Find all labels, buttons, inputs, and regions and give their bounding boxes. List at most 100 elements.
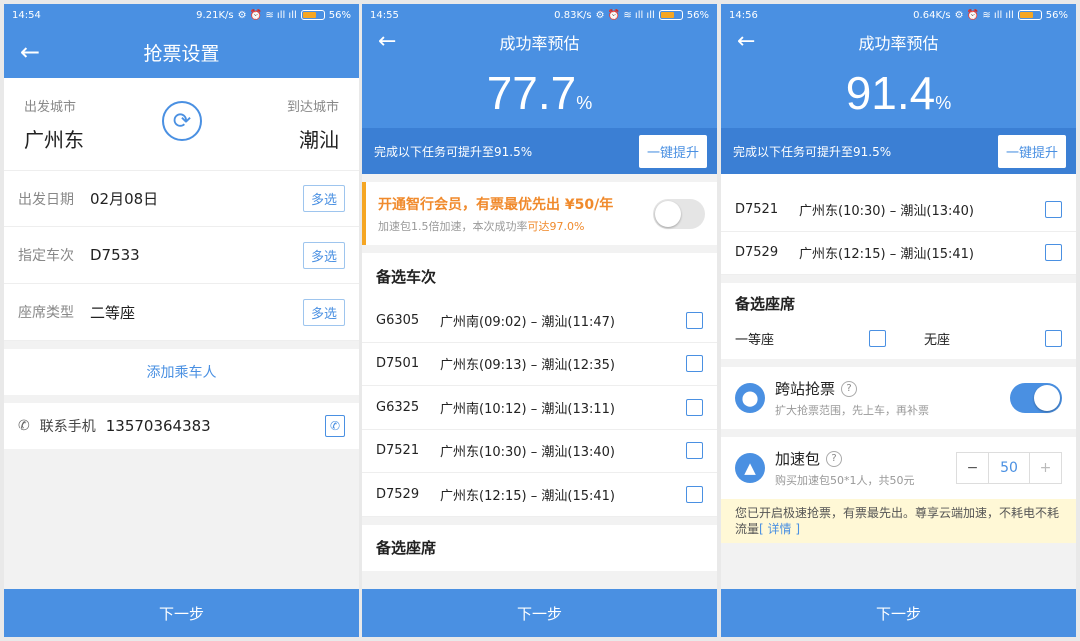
screen-success-estimate: 14:55 0.83K/s ⚙ ⏰ ≋ ıll ıll 56% ← 成功率预估 77.… — [362, 4, 717, 637]
swap-cities-icon[interactable]: ⟳ — [162, 101, 202, 141]
back-arrow-icon[interactable]: ← — [737, 31, 755, 53]
next-button[interactable]: 下一步 — [4, 589, 359, 637]
seat-label: 座席类型 — [18, 305, 74, 321]
from-label: 出发城市 — [24, 100, 77, 115]
train-checkbox[interactable] — [686, 355, 703, 373]
train-checkbox[interactable] — [686, 398, 703, 416]
train-code: D7521 — [735, 201, 779, 217]
phone-value[interactable]: 13570364383 — [106, 417, 211, 435]
signal-icon: ⚙ ⏰ ≋ ıll ıll — [237, 9, 297, 21]
alt-train-list: G6305 广州南(09:02) – 潮汕(11:47) D7501 广州东(09:1… — [362, 299, 717, 517]
phone-icon: ✆ — [18, 418, 30, 434]
success-rate: 91.4% — [721, 58, 1076, 128]
train-route: 广州东(10:30) – 潮汕(13:40) — [440, 445, 615, 461]
train-option-row[interactable]: D7521 广州东(10:30) – 潮汕(13:40) — [721, 188, 1076, 232]
seat-row[interactable]: 座席类型 二等座 多选 — [4, 284, 359, 341]
train-option-row[interactable]: D7529 广州东(12:15) – 潮汕(15:41) — [362, 473, 717, 517]
contacts-icon[interactable]: ✆ — [325, 415, 345, 437]
battery-level: 56% — [1045, 9, 1068, 21]
status-bar: 14:54 9.21K/s ⚙ ⏰ ≋ ıll ıll 56% — [4, 4, 359, 26]
boost-bar: 完成以下任务可提升至91.5% 一键提升 — [721, 128, 1076, 174]
phone-row[interactable]: ✆ 联系手机 13570364383 ✆ — [4, 403, 359, 449]
train-route: 广州东(12:15) – 潮汕(15:41) — [799, 247, 974, 263]
date-multi-button[interactable]: 多选 — [302, 185, 345, 212]
next-button[interactable]: 下一步 — [362, 589, 717, 637]
back-arrow-icon[interactable]: ← — [378, 31, 396, 53]
success-rate-unit: % — [576, 93, 593, 113]
status-time: 14:55 — [370, 9, 399, 21]
train-code: G6325 — [376, 399, 420, 415]
cross-station-row: ⬤ 跨站抢票? 扩大抢票范围，先上车，再补票 — [721, 367, 1076, 429]
train-option-row[interactable]: D7521 广州东(10:30) – 潮汕(13:40) — [362, 430, 717, 473]
battery-icon — [1017, 10, 1042, 20]
to-label: 到达城市 — [286, 100, 339, 115]
train-checkbox[interactable] — [1045, 244, 1062, 262]
status-bar: 14:55 0.83K/s ⚙ ⏰ ≋ ıll ıll 56% — [362, 4, 717, 26]
location-pin-icon: ⬤ — [735, 383, 765, 413]
decrement-button[interactable]: − — [957, 453, 989, 483]
date-value: 02月08日 — [90, 190, 159, 208]
one-click-boost-button[interactable]: 一键提升 — [997, 134, 1066, 168]
battery-level: 56% — [328, 9, 351, 21]
speed-notice: 您已开启极速抢票，有票最先出。尊享云端加速，不耗电不耗流量[ 详情 ] — [721, 499, 1076, 543]
add-passenger-button[interactable]: 添加乘车人 — [4, 349, 359, 395]
boost-bar: 完成以下任务可提升至91.5% 一键提升 — [362, 128, 717, 174]
train-checkbox[interactable] — [686, 442, 703, 460]
to-city[interactable]: 潮汕 — [299, 124, 339, 153]
success-rate-unit: % — [935, 93, 952, 113]
increment-button[interactable]: + — [1029, 453, 1061, 483]
alt-trains-title: 备选车次 — [376, 267, 437, 286]
seat-first-class-checkbox[interactable] — [869, 329, 886, 347]
from-city[interactable]: 广州东 — [24, 124, 84, 153]
train-checkbox[interactable] — [686, 311, 703, 329]
train-code: D7529 — [376, 486, 420, 502]
alt-seats-title: 备选座席 — [735, 294, 796, 313]
train-option-row[interactable]: G6305 广州南(09:02) – 潮汕(11:47) — [362, 299, 717, 343]
next-button[interactable]: 下一步 — [721, 589, 1076, 637]
train-multi-button[interactable]: 多选 — [302, 241, 345, 269]
seat-standing-checkbox[interactable] — [1045, 329, 1062, 347]
train-row[interactable]: 指定车次 D7533 多选 — [4, 227, 359, 284]
vip-subtitle: 加速包1.5倍加速，本次成功率 — [378, 219, 528, 233]
notice-details-link[interactable]: [ 详情 ] — [759, 522, 800, 536]
screen-success-estimate-boosted: 14:56 0.64K/s ⚙ ⏰ ≋ ıll ıll 56% ← 成功率预估 91.… — [721, 4, 1076, 637]
status-bar: 14:56 0.64K/s ⚙ ⏰ ≋ ıll ıll 56% — [721, 4, 1076, 26]
help-icon[interactable]: ? — [826, 450, 843, 467]
rocket-icon: ▲ — [735, 453, 765, 483]
train-value: D7533 — [90, 246, 140, 264]
train-code: D7521 — [376, 443, 420, 459]
train-label: 指定车次 — [18, 248, 74, 264]
quantity-stepper: − 50 + — [956, 452, 1062, 484]
seat-multi-button[interactable]: 多选 — [302, 298, 345, 326]
route-card: 出发城市 广州东 到达城市 潮汕 ⟳ — [4, 78, 359, 170]
cross-station-toggle[interactable] — [1010, 383, 1062, 413]
one-click-boost-button[interactable]: 一键提升 — [638, 134, 707, 168]
train-option-row[interactable]: D7529 广州东(12:15) – 潮汕(15:41) — [721, 232, 1076, 275]
page-title: 抢票设置 — [143, 42, 220, 65]
train-route: 广州南(09:02) – 潮汕(11:47) — [440, 314, 615, 330]
header: 14:54 9.21K/s ⚙ ⏰ ≋ ıll ıll 56% ← 抢票设置 — [4, 4, 359, 78]
help-icon[interactable]: ? — [841, 380, 858, 397]
train-checkbox[interactable] — [1045, 200, 1062, 218]
train-checkbox[interactable] — [686, 485, 703, 503]
date-row[interactable]: 出发日期 02月08日 多选 — [4, 170, 359, 227]
cross-station-subtitle: 扩大抢票范围，先上车，再补票 — [775, 404, 929, 417]
train-route: 广州东(09:13) – 潮汕(12:35) — [440, 358, 615, 374]
quantity-value[interactable]: 50 — [989, 453, 1029, 483]
page-title: 成功率预估 — [858, 34, 939, 53]
vip-toggle[interactable] — [653, 198, 705, 229]
boost-text: 完成以下任务可提升至91.5% — [374, 144, 533, 159]
signal-icon: ⚙ ⏰ ≋ ıll ıll — [954, 9, 1014, 21]
signal-icon: ⚙ ⏰ ≋ ıll ıll — [595, 9, 655, 21]
battery-icon — [300, 10, 325, 20]
train-code: D7501 — [376, 356, 420, 372]
success-rate-value: 77.7 — [486, 67, 577, 119]
train-option-row[interactable]: D7501 广州东(09:13) – 潮汕(12:35) — [362, 343, 717, 386]
success-rate-value: 91.4 — [845, 67, 936, 119]
train-code: G6305 — [376, 312, 420, 328]
train-route: 广州南(10:12) – 潮汕(13:11) — [440, 401, 615, 417]
header: 14:56 0.64K/s ⚙ ⏰ ≋ ıll ıll 56% ← 成功率预估 91.… — [721, 4, 1076, 174]
seat-first-class: 一等座 — [735, 332, 775, 348]
train-option-row[interactable]: G6325 广州南(10:12) – 潮汕(13:11) — [362, 386, 717, 430]
back-arrow-icon[interactable]: ← — [20, 40, 40, 64]
